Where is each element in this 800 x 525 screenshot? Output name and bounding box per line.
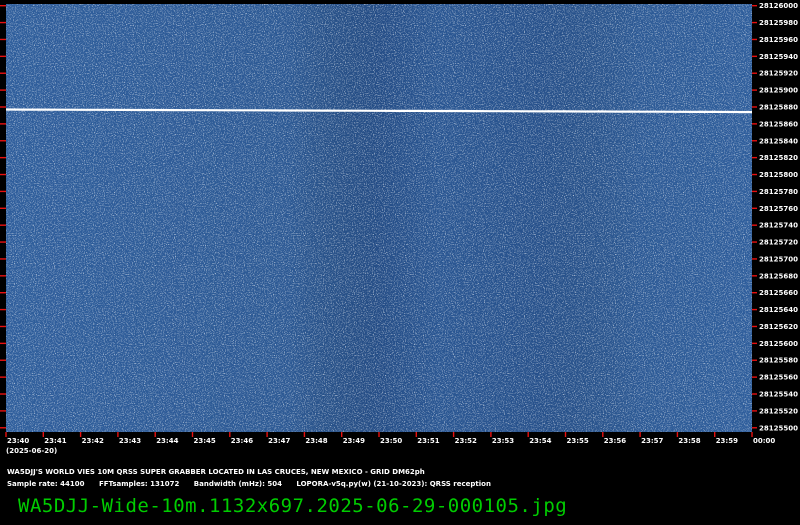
x-tick-label: 23:45	[194, 437, 216, 445]
y-tick-label: 28125900	[759, 87, 798, 95]
x-tick-label: 23:41	[44, 437, 66, 445]
y-tick-label: 28125780	[759, 188, 798, 196]
y-tick-label: 28125920	[759, 70, 798, 78]
y-tick-label: 28126000	[759, 2, 798, 10]
x-tick-label: 23:57	[641, 437, 663, 445]
sample-rate-label: Sample rate: 44100	[7, 480, 85, 488]
y-tick-label: 28125740	[759, 222, 798, 230]
x-tick-label: 23:58	[678, 437, 700, 445]
x-tick-label: 23:59	[716, 437, 738, 445]
y-tick-label: 28125580	[759, 357, 798, 365]
y-tick-label: 28125560	[759, 374, 798, 382]
waterfall-noise	[6, 4, 752, 432]
x-tick-label: 23:42	[82, 437, 104, 445]
y-tick-label: 28125960	[759, 36, 798, 44]
x-tick-label: 23:49	[343, 437, 365, 445]
y-tick-label: 28125880	[759, 103, 798, 111]
settings-caption: Sample rate: 44100 FFTsamples: 131072 Ba…	[7, 480, 503, 488]
filename-caption: WA5DJJ-Wide-10m.1132x697.2025-06-29-0001…	[18, 495, 568, 517]
x-tick-label: 23:52	[455, 437, 477, 445]
x-tick-label: 23:47	[268, 437, 290, 445]
x-tick-label: 23:48	[305, 437, 327, 445]
fft-samples-label: FFTsamples: 131072	[98, 480, 180, 488]
y-tick-label: 28125840	[759, 137, 798, 145]
y-tick-label: 28125980	[759, 19, 798, 27]
station-caption: WA5DJJ'S WORLD VIES 10M QRSS SUPER GRABB…	[7, 468, 425, 476]
y-tick-label: 28125500	[759, 424, 798, 432]
x-tick-label: 23:50	[380, 437, 402, 445]
y-tick-label: 28125800	[759, 171, 798, 179]
x-tick-label: 23:56	[604, 437, 626, 445]
y-tick-label: 28125640	[759, 306, 798, 314]
software-label: LOPORA-v5q.py(w) (21-10-2023): QRSS rece…	[296, 480, 491, 488]
x-tick-label: 23:55	[567, 437, 589, 445]
x-tick-label: 23:43	[119, 437, 141, 445]
waterfall-chart: 28126000 28125980 28125960 28125940 28125920…	[0, 2, 798, 455]
date-label: (2025-06-20)	[6, 447, 57, 455]
x-tick-label: 00:00	[753, 437, 775, 445]
y-tick-label: 28125520	[759, 407, 798, 415]
x-tick-label: 23:46	[231, 437, 253, 445]
y-tick-label: 28125700	[759, 255, 798, 263]
y-tick-label: 28125860	[759, 120, 798, 128]
y-tick-label: 28125620	[759, 323, 798, 331]
y-tick-label: 28125540	[759, 391, 798, 399]
x-tick-label: 23:53	[492, 437, 514, 445]
waterfall-area	[6, 4, 752, 432]
y-tick-label: 28125600	[759, 340, 798, 348]
y-tick-label: 28125660	[759, 289, 798, 297]
x-tick-label: 23:54	[529, 437, 551, 445]
bandwidth-label: Bandwidth (mHz): 504	[193, 480, 282, 488]
y-tick-label: 28125820	[759, 154, 798, 162]
x-tick-label: 23:40	[7, 437, 29, 445]
y-tick-label: 28125940	[759, 53, 798, 61]
x-tick-label: 23:44	[156, 437, 178, 445]
time-axis: 23:40 23:41 23:42 23:43 23:44 23:45 23:46 23:47…	[5, 432, 775, 445]
y-tick-label: 28125720	[759, 239, 798, 247]
x-tick-label: 23:51	[417, 437, 439, 445]
y-tick-label: 28125760	[759, 205, 798, 213]
y-tick-label: 28125680	[759, 272, 798, 280]
